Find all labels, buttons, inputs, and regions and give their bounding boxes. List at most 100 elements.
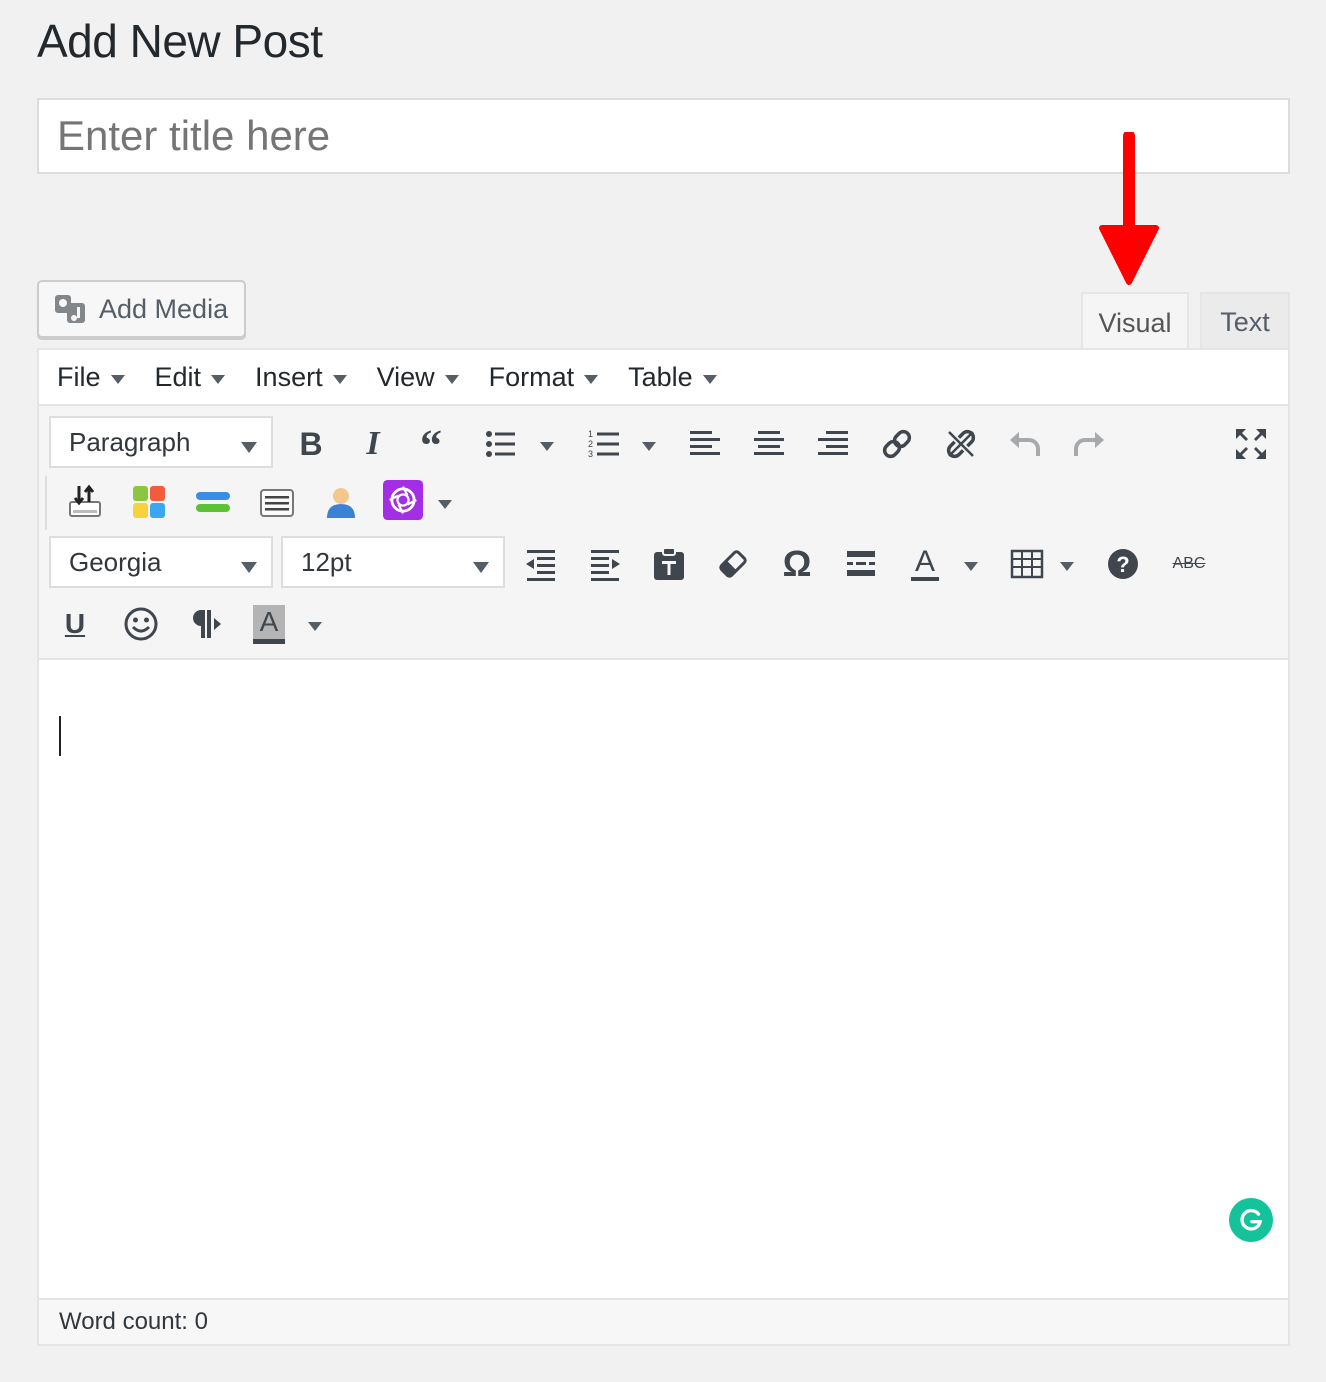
text-direction-button[interactable] [183,602,227,646]
chevron-down-icon [211,374,226,384]
undo-button[interactable] [1003,422,1047,466]
bullet-list-dropdown[interactable] [537,434,557,454]
help-button[interactable]: ? [1101,542,1145,586]
menu-edit[interactable]: Edit [155,362,226,393]
editor-toolbar: Paragraph B I “ 1 2 3 Georgia 12pt Ω A ?… [39,406,1288,660]
chevron-down-icon [702,374,717,384]
emoji-button[interactable] [119,602,163,646]
block-format-select[interactable]: Paragraph [49,416,273,468]
menu-view[interactable]: View [377,362,459,393]
color-grid-icon [133,486,165,518]
background-color-button[interactable]: A [247,602,291,646]
chevron-down-icon [1060,561,1074,571]
align-left-button[interactable] [683,422,727,466]
import-export-icon [69,484,101,517]
redo-icon [1074,432,1104,456]
editor-content-area[interactable] [39,660,1288,1300]
editor: File Edit Insert View Format Table Parag… [37,348,1290,1346]
fullscreen-button[interactable] [1229,422,1273,466]
tab-text[interactable]: Text [1200,292,1290,350]
menu-table[interactable]: Table [628,362,717,393]
paste-text-button[interactable] [647,542,691,586]
table-button[interactable] [1005,542,1049,586]
page-title: Add New Post [37,15,323,67]
chevron-down-icon [438,499,452,509]
chevron-down-icon [332,374,347,384]
unlink-icon [946,429,976,459]
underline-button[interactable]: U [53,602,97,646]
clear-formatting-button[interactable] [711,542,755,586]
text-color-dropdown[interactable] [961,554,981,574]
text-cursor [59,716,61,756]
add-media-label: Add Media [99,293,229,324]
horizontal-line-icon [847,551,875,576]
svg-text:“: “ [420,426,442,462]
table-icon [1010,549,1044,579]
bars-icon [196,492,230,512]
outdent-button[interactable] [519,542,563,586]
document-lines-icon [260,489,294,517]
italic-button[interactable]: I [351,422,395,466]
page-break-button[interactable] [255,480,299,524]
import-button[interactable] [63,480,107,524]
add-media-button[interactable]: Add Media [37,280,246,338]
svg-text:2: 2 [588,439,593,449]
bold-button[interactable]: B [289,422,333,466]
theme-plugin-button[interactable] [381,478,425,522]
toolbar-divider [45,476,47,530]
align-left-icon [690,431,720,455]
text-color-button[interactable]: A [903,542,947,586]
align-center-button[interactable] [747,422,791,466]
chevron-down-icon [308,621,322,631]
tab-visual[interactable]: Visual [1081,292,1189,352]
quote-icon: “ [420,426,442,462]
font-size-select[interactable]: 12pt [281,536,505,588]
horizontal-line-button[interactable] [839,542,883,586]
strikethrough-button[interactable]: ABC [1165,542,1213,586]
shortcodes-button[interactable] [127,480,171,524]
word-count: Word count: 0 [39,1298,1288,1344]
font-family-select[interactable]: Georgia [49,536,273,588]
chevron-down-icon [444,374,459,384]
theme-plugin-dropdown[interactable] [435,492,455,512]
align-right-icon [818,431,848,455]
menu-format[interactable]: Format [489,362,599,393]
buttons-plugin-button[interactable] [191,480,235,524]
align-right-button[interactable] [811,422,855,466]
menu-file[interactable]: File [57,362,125,393]
author-box-button[interactable] [319,480,363,524]
redo-button[interactable] [1067,422,1111,466]
fullscreen-icon [1236,429,1266,459]
editor-menubar: File Edit Insert View Format Table [39,350,1288,406]
numbered-list-button[interactable]: 1 2 3 [583,422,627,466]
chevron-down-icon [540,441,554,451]
table-dropdown[interactable] [1057,554,1077,574]
chevron-down-icon [241,442,257,453]
grammarly-g-icon [1240,1208,1263,1231]
bullet-list-icon [486,431,515,457]
numbered-list-icon: 1 2 3 [588,429,619,459]
numbered-list-dropdown[interactable] [639,434,659,454]
chevron-down-icon [964,561,978,571]
bullet-list-button[interactable] [479,422,523,466]
background-color-dropdown[interactable] [305,614,325,634]
plugin-logo-icon [383,480,423,520]
link-icon [882,429,912,459]
special-character-button[interactable]: Ω [775,542,819,586]
menu-insert[interactable]: Insert [255,362,347,393]
indent-icon [591,550,620,581]
svg-text:3: 3 [588,449,593,459]
insert-link-button[interactable] [875,422,919,466]
blockquote-button[interactable]: “ [415,422,459,466]
grammarly-icon[interactable] [1229,1198,1273,1242]
media-icon [55,295,85,323]
remove-link-button[interactable] [939,422,983,466]
paragraph-ltr-icon [193,610,221,638]
chevron-down-icon [642,441,656,451]
chevron-down-icon [110,374,125,384]
align-center-icon [754,431,784,455]
smiley-icon [124,607,158,641]
clipboard-icon [654,547,684,580]
indent-button[interactable] [583,542,627,586]
svg-text:?: ? [1116,552,1129,577]
